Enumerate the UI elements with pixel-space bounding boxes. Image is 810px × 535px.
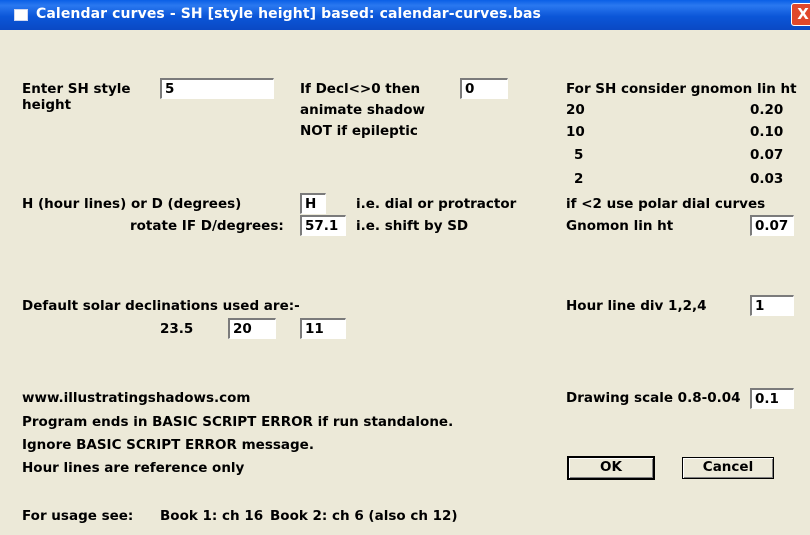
window-icon bbox=[14, 9, 28, 21]
hour-mode-label: H (hour lines) or D (degrees) bbox=[22, 196, 242, 212]
rotate-input[interactable]: 57.1 bbox=[300, 215, 346, 236]
gnomon-row-ht: 0.20 bbox=[750, 102, 784, 118]
rotate-label: rotate IF D/degrees: bbox=[130, 218, 284, 234]
note-line: Program ends in BASIC SCRIPT ERROR if ru… bbox=[22, 414, 454, 430]
animate-label-line2: animate shadow bbox=[300, 102, 426, 118]
gnomon-row-sh: 20 bbox=[566, 102, 585, 118]
gnomon-lin-ht-label: Gnomon lin ht bbox=[566, 218, 674, 234]
gnomon-row-ht: 0.07 bbox=[750, 147, 784, 163]
style-height-label-line1: Enter SH style bbox=[22, 81, 131, 97]
gnomon-row-ht: 0.03 bbox=[750, 171, 784, 187]
note-line: Ignore BASIC SCRIPT ERROR message. bbox=[22, 437, 314, 453]
gnomon-row-ht: 0.10 bbox=[750, 124, 784, 140]
gnomon-row-sh: 2 bbox=[574, 171, 584, 187]
polar-dial-note: if <2 use polar dial curves bbox=[566, 196, 766, 212]
gnomon-table-header: For SH consider gnomon lin ht bbox=[566, 81, 797, 97]
drawing-scale-input[interactable]: 0.1 bbox=[750, 388, 794, 409]
usage-label: For usage see: bbox=[22, 508, 134, 524]
style-height-label-line2: height bbox=[22, 97, 72, 113]
animate-label-line1: If Decl<>0 then bbox=[300, 81, 421, 97]
animate-label-line3: NOT if epileptic bbox=[300, 123, 418, 139]
website-text: www.illustratingshadows.com bbox=[22, 390, 251, 406]
ok-button[interactable]: OK bbox=[567, 456, 655, 480]
gnomon-lin-ht-input[interactable]: 0.07 bbox=[750, 215, 794, 236]
drawing-scale-label: Drawing scale 0.8-0.04 bbox=[566, 390, 741, 406]
hour-mode-hint: i.e. dial or protractor bbox=[356, 196, 517, 212]
declination-second-input[interactable]: 20 bbox=[228, 318, 276, 339]
hour-mode-input[interactable]: H bbox=[300, 193, 326, 214]
hour-line-div-input[interactable]: 1 bbox=[750, 295, 794, 316]
gnomon-row-sh: 10 bbox=[566, 124, 585, 140]
usage-book2: Book 2: ch 6 (also ch 12) bbox=[270, 508, 458, 524]
dialog-window: Calendar curves - SH [style height] base… bbox=[0, 0, 810, 535]
style-height-input[interactable]: 5 bbox=[160, 78, 274, 99]
note-line: Hour lines are reference only bbox=[22, 460, 245, 476]
animate-input[interactable]: 0 bbox=[460, 78, 508, 99]
close-button[interactable]: X bbox=[791, 3, 810, 26]
rotate-hint: i.e. shift by SD bbox=[356, 218, 469, 234]
usage-book1: Book 1: ch 16 bbox=[160, 508, 264, 524]
declinations-label: Default solar declinations used are:- bbox=[22, 298, 300, 314]
cancel-button[interactable]: Cancel bbox=[682, 457, 774, 479]
declination-first: 23.5 bbox=[160, 321, 194, 337]
hour-line-div-label: Hour line div 1,2,4 bbox=[566, 298, 707, 314]
gnomon-row-sh: 5 bbox=[574, 147, 584, 163]
declination-third-input[interactable]: 11 bbox=[300, 318, 346, 339]
title-bar[interactable]: Calendar curves - SH [style height] base… bbox=[0, 0, 810, 30]
window-title: Calendar curves - SH [style height] base… bbox=[36, 6, 541, 22]
